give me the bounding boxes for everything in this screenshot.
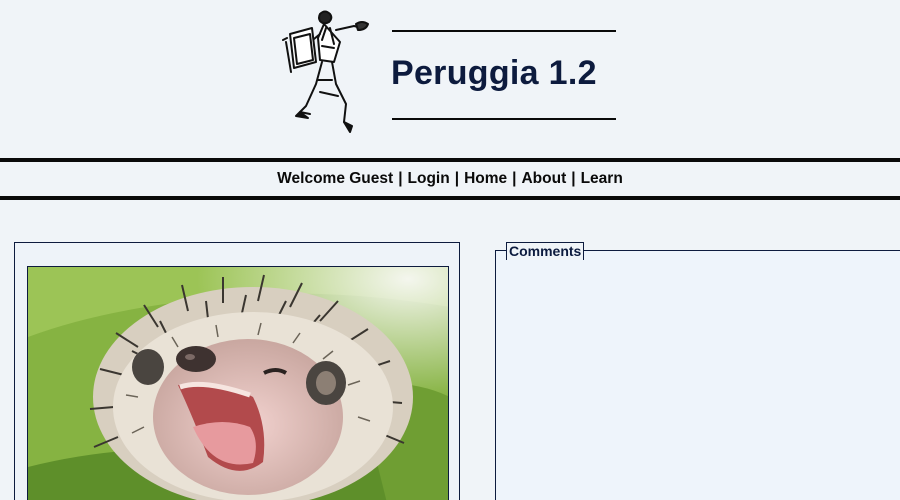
nav-bar: Welcome Guest | Login | Home | About | L…: [0, 162, 900, 196]
title-rule-bottom: [392, 118, 616, 120]
nav-separator: |: [512, 170, 517, 187]
site-title: Peruggia 1.2: [391, 54, 597, 92]
nav-link-home[interactable]: Home: [464, 170, 507, 188]
title-rule-top: [392, 30, 616, 32]
comments-legend: Comments: [506, 242, 585, 260]
nav-link-login[interactable]: Login: [408, 170, 450, 188]
picture-panel: [14, 242, 460, 500]
site-header: Peruggia 1.2: [0, 0, 900, 158]
nav-rule-bottom: [0, 196, 900, 200]
page: Peruggia 1.2 Welcome Guest | Login | Hom…: [0, 0, 900, 500]
nav-separator: |: [454, 170, 460, 187]
comments-box: [495, 250, 900, 500]
welcome-text: Welcome Guest: [277, 170, 394, 187]
hedgehog-picture[interactable]: [27, 266, 449, 500]
nav-link-about[interactable]: About: [521, 170, 566, 188]
hedgehog-image: [28, 267, 448, 500]
nav-link-learn[interactable]: Learn: [581, 170, 623, 188]
nav-separator: |: [571, 170, 576, 187]
thief-logo-icon: [282, 10, 369, 133]
nav-separator: |: [398, 170, 403, 187]
